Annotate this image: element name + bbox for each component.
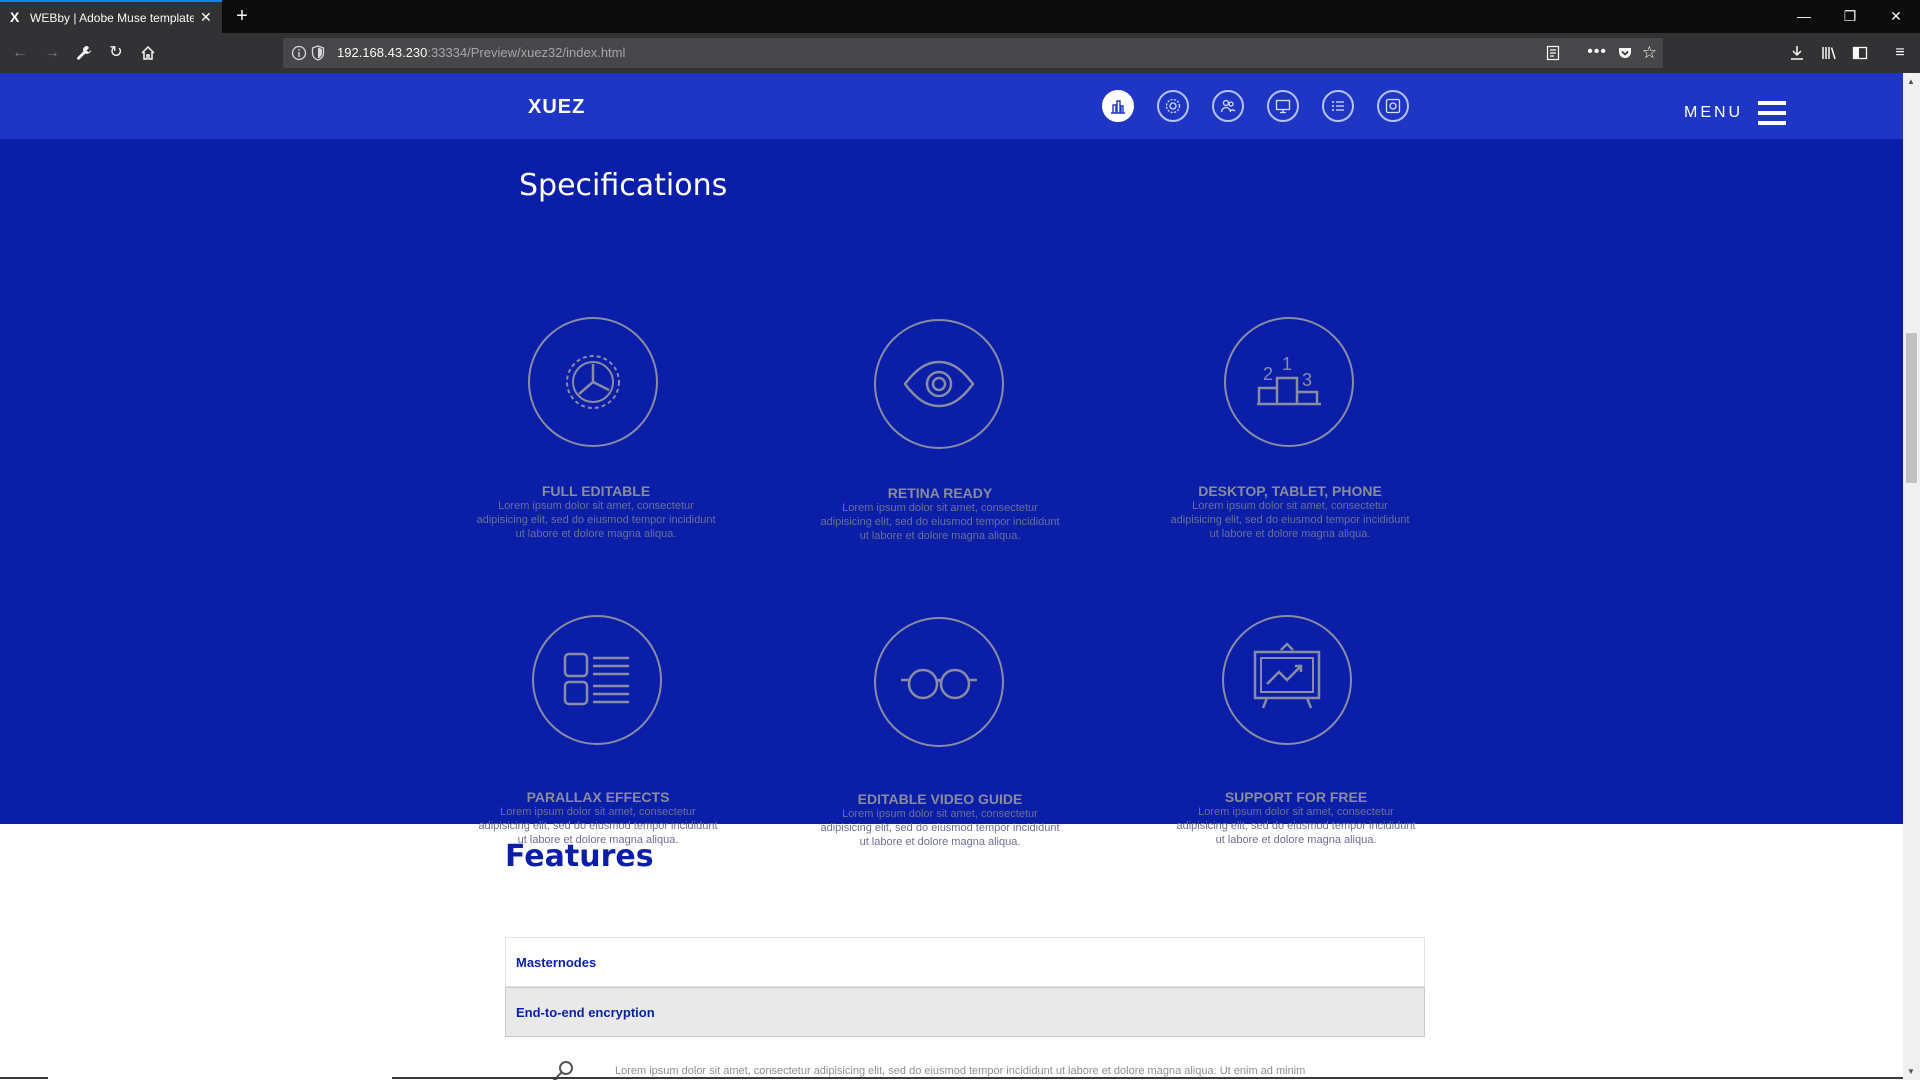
spec-description: Lorem ipsum dolor sit amet, consectetur …	[476, 500, 716, 540]
divider	[392, 1077, 1903, 1079]
site-logo[interactable]: XUEZ	[528, 95, 585, 119]
spec-item: 213 DESKTOP, TABLET, PHONE Lorem ipsum d…	[1170, 317, 1410, 540]
browser-tab-bar: X WEBby | Adobe Muse template ✕ + — ❐ ✕	[0, 0, 1920, 33]
page-scrollbar[interactable]: ▲ ▼	[1903, 73, 1920, 1080]
downloads-icon[interactable]	[1785, 41, 1809, 65]
close-window-button[interactable]: ✕	[1884, 6, 1908, 26]
wrench-icon[interactable]	[72, 41, 96, 65]
site-favicon-icon: X	[10, 9, 20, 25]
spec-item: FULL EDITABLE Lorem ipsum dolor sit amet…	[476, 317, 716, 540]
site-header: XUEZ MENU	[0, 73, 1903, 139]
url-text[interactable]: 192.168.43.230:33334/Preview/xuez32/inde…	[337, 45, 625, 61]
url-bar[interactable]: 192.168.43.230:33334/Preview/xuez32/inde…	[283, 38, 1663, 68]
city-icon[interactable]	[1102, 90, 1134, 122]
spec-title: FULL EDITABLE	[541, 483, 651, 499]
presentation-icon	[1222, 615, 1352, 745]
divider	[0, 1077, 48, 1079]
spec-title: EDITABLE VIDEO GUIDE	[857, 791, 1023, 807]
page-actions-icon[interactable]: •••	[1587, 41, 1607, 63]
users-icon[interactable]	[1212, 90, 1244, 122]
podium-icon: 213	[1224, 317, 1354, 447]
menu-hamburger-icon[interactable]	[1758, 101, 1786, 125]
scroll-down-icon[interactable]: ▼	[1907, 1067, 1915, 1076]
spec-title: SUPPORT FOR FREE	[1224, 789, 1368, 805]
spec-description: Lorem ipsum dolor sit amet, consectetur …	[820, 502, 1060, 542]
accordion-item-masternodes[interactable]: Masternodes	[505, 937, 1425, 987]
svg-text:3: 3	[1302, 370, 1312, 390]
forward-button[interactable]: →	[40, 41, 64, 65]
spec-description: Lorem ipsum dolor sit amet, consectetur …	[1170, 500, 1410, 540]
shield-icon[interactable]	[311, 45, 325, 61]
library-icon[interactable]	[1817, 41, 1841, 65]
gear-icon[interactable]	[1157, 90, 1189, 122]
browser-nav-bar: ← → ↻ 192.168.43.230:33334/Preview/xuez3…	[0, 33, 1920, 73]
browser-tab[interactable]: X WEBby | Adobe Muse template ✕	[0, 0, 222, 33]
spec-description: Lorem ipsum dolor sit amet, consectetur …	[820, 808, 1060, 848]
spec-title: DESKTOP, TABLET, PHONE	[1198, 483, 1382, 499]
pocket-icon[interactable]	[1617, 45, 1633, 61]
spec-item: EDITABLE VIDEO GUIDE Lorem ipsum dolor s…	[820, 617, 1060, 848]
new-tab-button[interactable]: +	[232, 4, 252, 28]
scrollbar-thumb[interactable]	[1906, 333, 1917, 483]
features-title: Features	[505, 839, 654, 874]
minimize-button[interactable]: —	[1792, 6, 1816, 26]
spec-title: PARALLAX EFFECTS	[526, 789, 670, 805]
eye-icon	[874, 319, 1004, 449]
specifications-title: Specifications	[519, 168, 728, 203]
spec-item: PARALLAX EFFECTS Lorem ipsum dolor sit a…	[478, 615, 718, 846]
settings-box-icon[interactable]	[1377, 90, 1409, 122]
hamburger-menu-icon[interactable]: ≡	[1888, 41, 1912, 65]
accordion-label: End-to-end encryption	[516, 1005, 655, 1020]
accordion-item-encryption[interactable]: End-to-end encryption	[505, 987, 1425, 1037]
restore-button[interactable]: ❐	[1838, 6, 1862, 26]
glasses-icon	[874, 617, 1004, 747]
svg-text:1: 1	[1282, 354, 1292, 374]
monitor-icon[interactable]	[1267, 90, 1299, 122]
gear-icon	[528, 317, 658, 447]
back-button[interactable]: ←	[8, 41, 32, 65]
list-icon[interactable]	[1322, 90, 1354, 122]
accordion-content-text: Lorem ipsum dolor sit amet, consectetur …	[615, 1065, 1306, 1077]
reader-view-icon[interactable]	[1545, 45, 1561, 61]
spec-description: Lorem ipsum dolor sit amet, consectetur …	[1176, 806, 1416, 846]
menu-label[interactable]: MENU	[1684, 103, 1743, 123]
bookmark-star-icon[interactable]: ☆	[1642, 43, 1657, 63]
tab-title: WEBby | Adobe Muse template	[30, 11, 194, 25]
spec-item: SUPPORT FOR FREE Lorem ipsum dolor sit a…	[1176, 615, 1416, 846]
scroll-up-icon[interactable]: ▲	[1907, 77, 1915, 86]
info-icon[interactable]	[291, 45, 307, 61]
reload-button[interactable]: ↻	[104, 41, 128, 65]
list-icon	[532, 615, 662, 745]
specifications-section: Specifications FULL EDITABLE Lorem ipsum…	[0, 139, 1903, 848]
accordion-label: Masternodes	[516, 955, 597, 970]
sidebar-icon[interactable]	[1848, 41, 1872, 65]
tab-close-icon[interactable]: ✕	[200, 9, 212, 25]
home-button[interactable]	[136, 41, 160, 65]
spec-title: RETINA READY	[887, 485, 993, 501]
spec-item: RETINA READY Lorem ipsum dolor sit amet,…	[820, 319, 1060, 542]
svg-text:2: 2	[1263, 364, 1273, 384]
page-viewport: XUEZ MENU Specifications FULL EDITABLE L…	[0, 73, 1903, 1080]
